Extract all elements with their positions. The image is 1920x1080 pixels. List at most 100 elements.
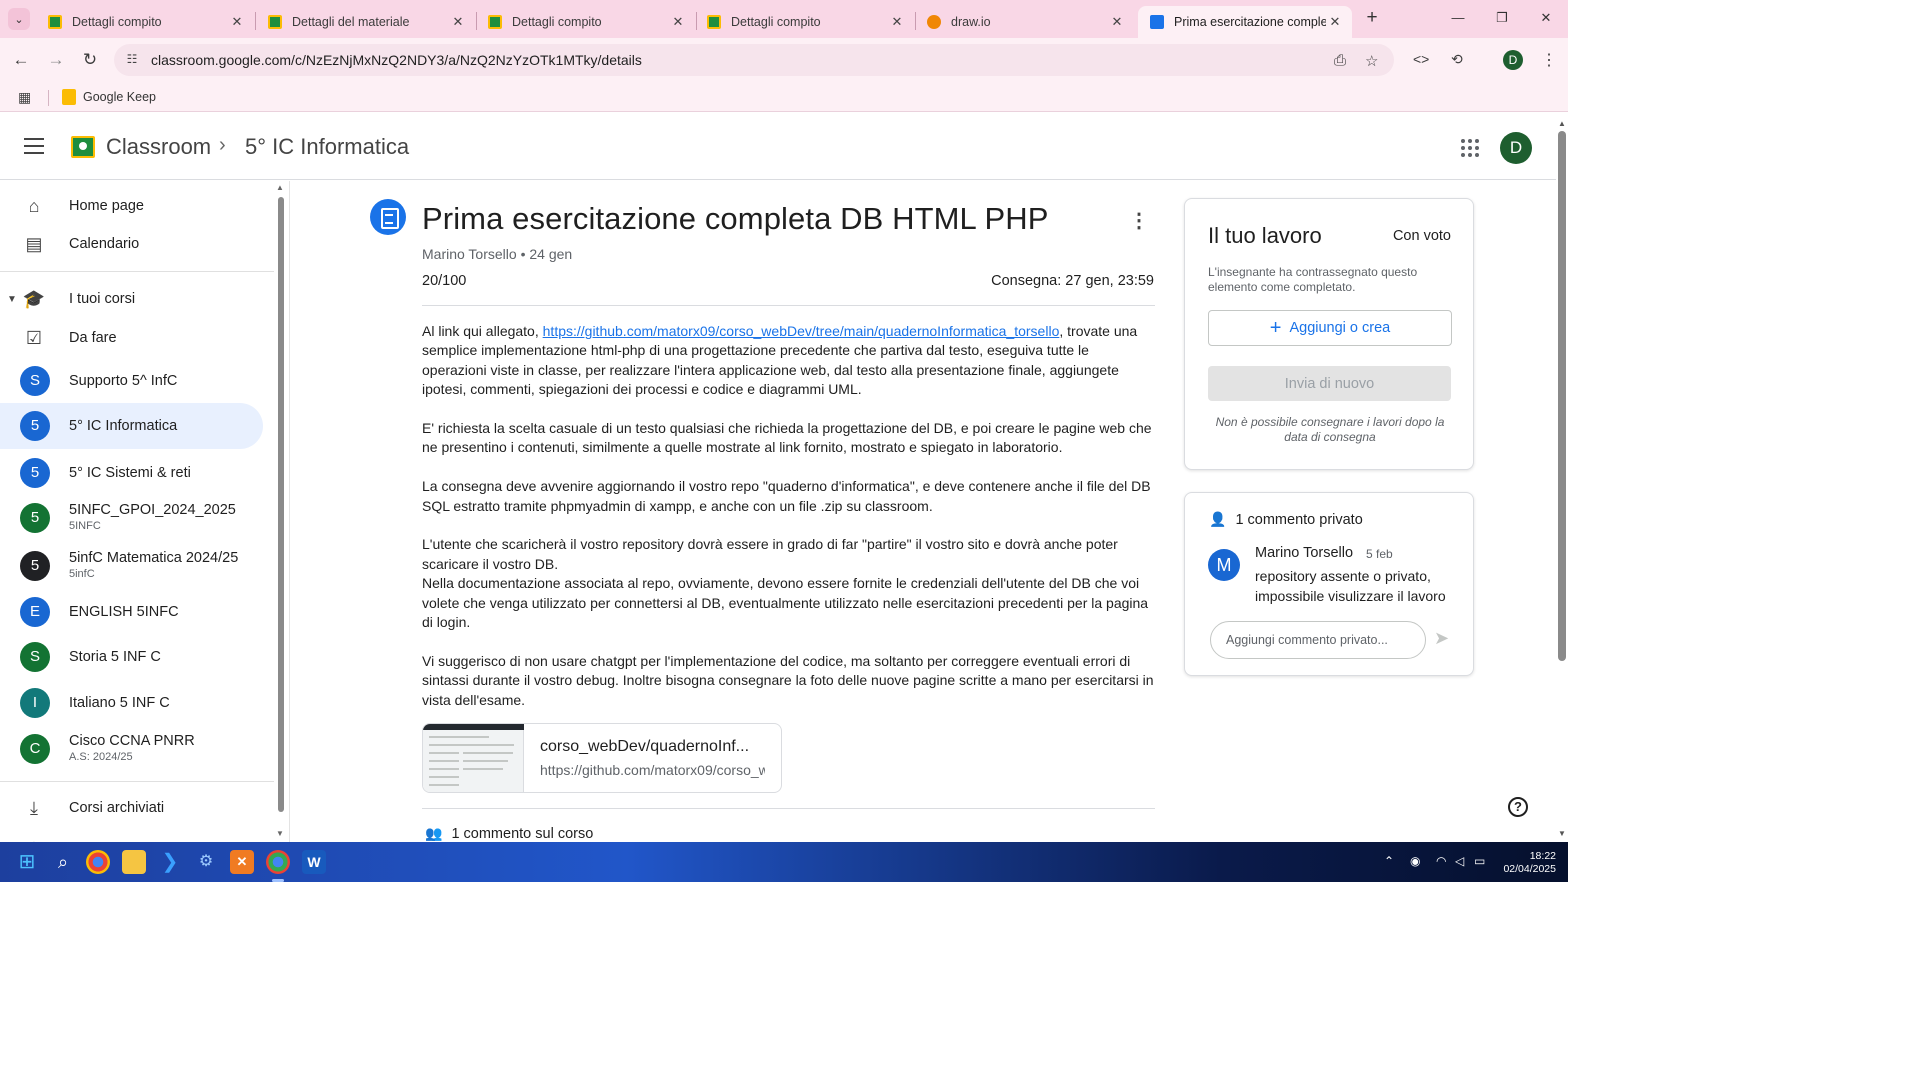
sidebar-item-settings[interactable]: ⚙ — [0, 826, 263, 842]
github-link[interactable]: https://github.com/matorx09/corso_webDev… — [543, 323, 1060, 339]
close-icon[interactable]: ✕ — [449, 14, 467, 30]
google-keep-icon — [62, 89, 76, 105]
sidebar-item-todo[interactable]: ☑ Da fare — [0, 315, 263, 361]
tab-title: draw.io — [951, 15, 991, 29]
breadcrumb-course[interactable]: 5° IC Informatica — [245, 134, 409, 160]
vscode-icon[interactable]: ❯ — [158, 850, 182, 874]
sidebar-course-item[interactable]: I Italiano 5 INF C — [0, 680, 263, 726]
google-apps-icon[interactable] — [1461, 139, 1479, 157]
drawio-icon — [927, 15, 941, 29]
security-icon[interactable]: ◉ — [1410, 854, 1420, 868]
send-icon[interactable]: ➤ — [1434, 628, 1449, 649]
more-options-icon[interactable]: ⋮ — [1129, 208, 1149, 233]
course-avatar: 5 — [20, 551, 50, 581]
sidebar-course-item[interactable]: C Cisco CCNA PNRR A.S: 2024/25 — [0, 726, 263, 772]
forward-button[interactable]: → — [46, 50, 66, 70]
browser-tab-4[interactable]: Dettagli compito ✕ — [695, 6, 914, 38]
hamburger-menu-icon[interactable] — [24, 138, 44, 159]
close-icon[interactable]: ✕ — [228, 14, 246, 30]
url-text[interactable]: classroom.google.com/c/NzEzNjMxNzQ2NDY3/… — [151, 52, 642, 68]
back-button[interactable]: ← — [11, 50, 31, 70]
sidebar-course-item[interactable]: S Supporto 5^ InfC — [0, 358, 263, 404]
search-icon[interactable]: ⌕ — [51, 850, 75, 874]
omnibox[interactable]: ☷ classroom.google.com/c/NzEzNjMxNzQ2NDY… — [114, 44, 1394, 76]
bookmark-star-icon[interactable]: ☆ — [1365, 52, 1378, 70]
file-explorer-icon[interactable] — [122, 850, 146, 874]
chevron-right-icon: › — [219, 134, 226, 156]
network-tool-icon[interactable]: ⚙ — [194, 850, 218, 874]
profile-avatar[interactable]: D — [1503, 50, 1523, 70]
user-avatar[interactable]: D — [1500, 132, 1532, 164]
reload-button[interactable]: ↻ — [80, 50, 100, 70]
classroom-logo-icon[interactable] — [71, 136, 95, 158]
browser-tab-2[interactable]: Dettagli del materiale ✕ — [256, 6, 475, 38]
word-icon[interactable]: W — [302, 850, 326, 874]
tab-search-button[interactable]: ⌄ — [8, 8, 30, 30]
description-paragraph: Nella documentazione associata al repo, … — [422, 575, 1149, 631]
chrome-profile-icon[interactable] — [266, 850, 290, 874]
browser-tab-5[interactable]: draw.io ✕ — [915, 6, 1134, 38]
minimize-button[interactable]: — — [1450, 10, 1466, 25]
apps-grid-icon[interactable]: ▦ — [18, 89, 31, 106]
sidebar-course-item[interactable]: 5 5INFC_GPOI_2024_2025 5INFC — [0, 495, 263, 541]
app-name[interactable]: Classroom — [106, 134, 211, 160]
class-comments-link[interactable]: 👥 1 commento sul corso — [425, 825, 593, 842]
sidebar-item-label: Da fare — [69, 330, 117, 346]
clock-time: 18:22 — [1529, 850, 1556, 862]
history-icon[interactable]: ⟲ — [1451, 51, 1463, 68]
course-section: A.S: 2024/25 — [69, 751, 133, 763]
course-avatar: 5 — [20, 411, 50, 441]
install-app-icon[interactable]: ⎙ — [1334, 52, 1346, 69]
wifi-icon[interactable]: ◠ — [1436, 854, 1446, 868]
tray-chevron-up-icon[interactable]: ⌃ — [1384, 854, 1394, 868]
close-icon[interactable]: ✕ — [669, 14, 687, 30]
sidebar-item-label: I tuoi corsi — [69, 291, 136, 307]
close-icon[interactable]: ✕ — [888, 14, 906, 30]
course-section: 5infC — [69, 568, 95, 580]
chrome-icon[interactable] — [86, 850, 110, 874]
browser-tab-1[interactable]: Dettagli compito ✕ — [36, 6, 254, 38]
browser-tab-3[interactable]: Dettagli compito ✕ — [476, 6, 695, 38]
clock[interactable]: 18:22 02/04/2025 — [1500, 850, 1556, 876]
volume-icon[interactable]: ◁ — [1455, 854, 1464, 868]
xampp-icon[interactable]: ✕ — [230, 850, 254, 874]
comment-date: 5 feb — [1366, 547, 1393, 561]
tab-title: Dettagli compito — [512, 15, 602, 29]
sidebar-course-item[interactable]: 5 5° IC Informatica — [0, 403, 263, 449]
sidebar-scrollbar[interactable]: ▲ ▼ — [276, 183, 286, 840]
code-icon[interactable]: <> — [1413, 51, 1429, 67]
sidebar-course-item[interactable]: 5 5° IC Sistemi & reti — [0, 450, 263, 496]
course-avatar: S — [20, 642, 50, 672]
course-avatar: C — [20, 734, 50, 764]
resubmit-button[interactable]: Invia di nuovo — [1208, 366, 1451, 401]
late-warning: Non è possibile consegnare i lavori dopo… — [1215, 415, 1445, 444]
description-paragraph: L'utente che scaricherà il vostro reposi… — [422, 536, 1118, 572]
browser-tab-6-active[interactable]: Prima esercitazione completa ✕ — [1138, 6, 1352, 38]
assignment-main: Prima esercitazione completa DB HTML PHP… — [291, 181, 1556, 842]
sidebar-course-item[interactable]: S Storia 5 INF C — [0, 634, 263, 680]
close-window-button[interactable]: ✕ — [1538, 10, 1554, 26]
restore-button[interactable]: ❐ — [1494, 10, 1510, 26]
help-icon[interactable]: ? — [1508, 797, 1528, 817]
close-icon[interactable]: ✕ — [1108, 14, 1126, 30]
sidebar-item-label: Corsi archiviati — [69, 800, 165, 816]
battery-icon[interactable]: ▭ — [1474, 854, 1485, 868]
bookmark-google-keep[interactable]: Google Keep — [62, 89, 156, 105]
close-icon[interactable]: ✕ — [1326, 14, 1344, 30]
more-menu-icon[interactable]: ⋮ — [1541, 50, 1557, 70]
add-or-create-button[interactable]: + Aggiungi o crea — [1208, 310, 1452, 346]
course-name: 5infC Matematica 2024/25 — [69, 550, 239, 566]
sidebar-item-calendar[interactable]: ▤ Calendario — [0, 221, 263, 267]
windows-start-icon[interactable]: ⊞ — [15, 850, 39, 874]
attachment-link-card[interactable]: corso_webDev/quadernoInf... https://gith… — [422, 723, 782, 793]
site-settings-icon[interactable]: ☷ — [124, 52, 140, 68]
sidebar-item-archived[interactable]: ⤓ Corsi archiviati — [0, 785, 263, 831]
page-scrollbar[interactable]: ▲ ▼ — [1556, 117, 1568, 842]
plus-icon: + — [1269, 316, 1282, 339]
sidebar-course-item[interactable]: 5 5infC Matematica 2024/25 5infC — [0, 543, 263, 589]
class-comments-label: 1 commento sul corso — [451, 825, 594, 842]
private-comment-input[interactable]: Aggiungi commento privato... — [1210, 621, 1426, 659]
sidebar-item-label: Home page — [69, 198, 144, 214]
sidebar-course-item[interactable]: E ENGLISH 5INFC — [0, 589, 263, 635]
new-tab-button[interactable]: + — [1362, 8, 1382, 29]
